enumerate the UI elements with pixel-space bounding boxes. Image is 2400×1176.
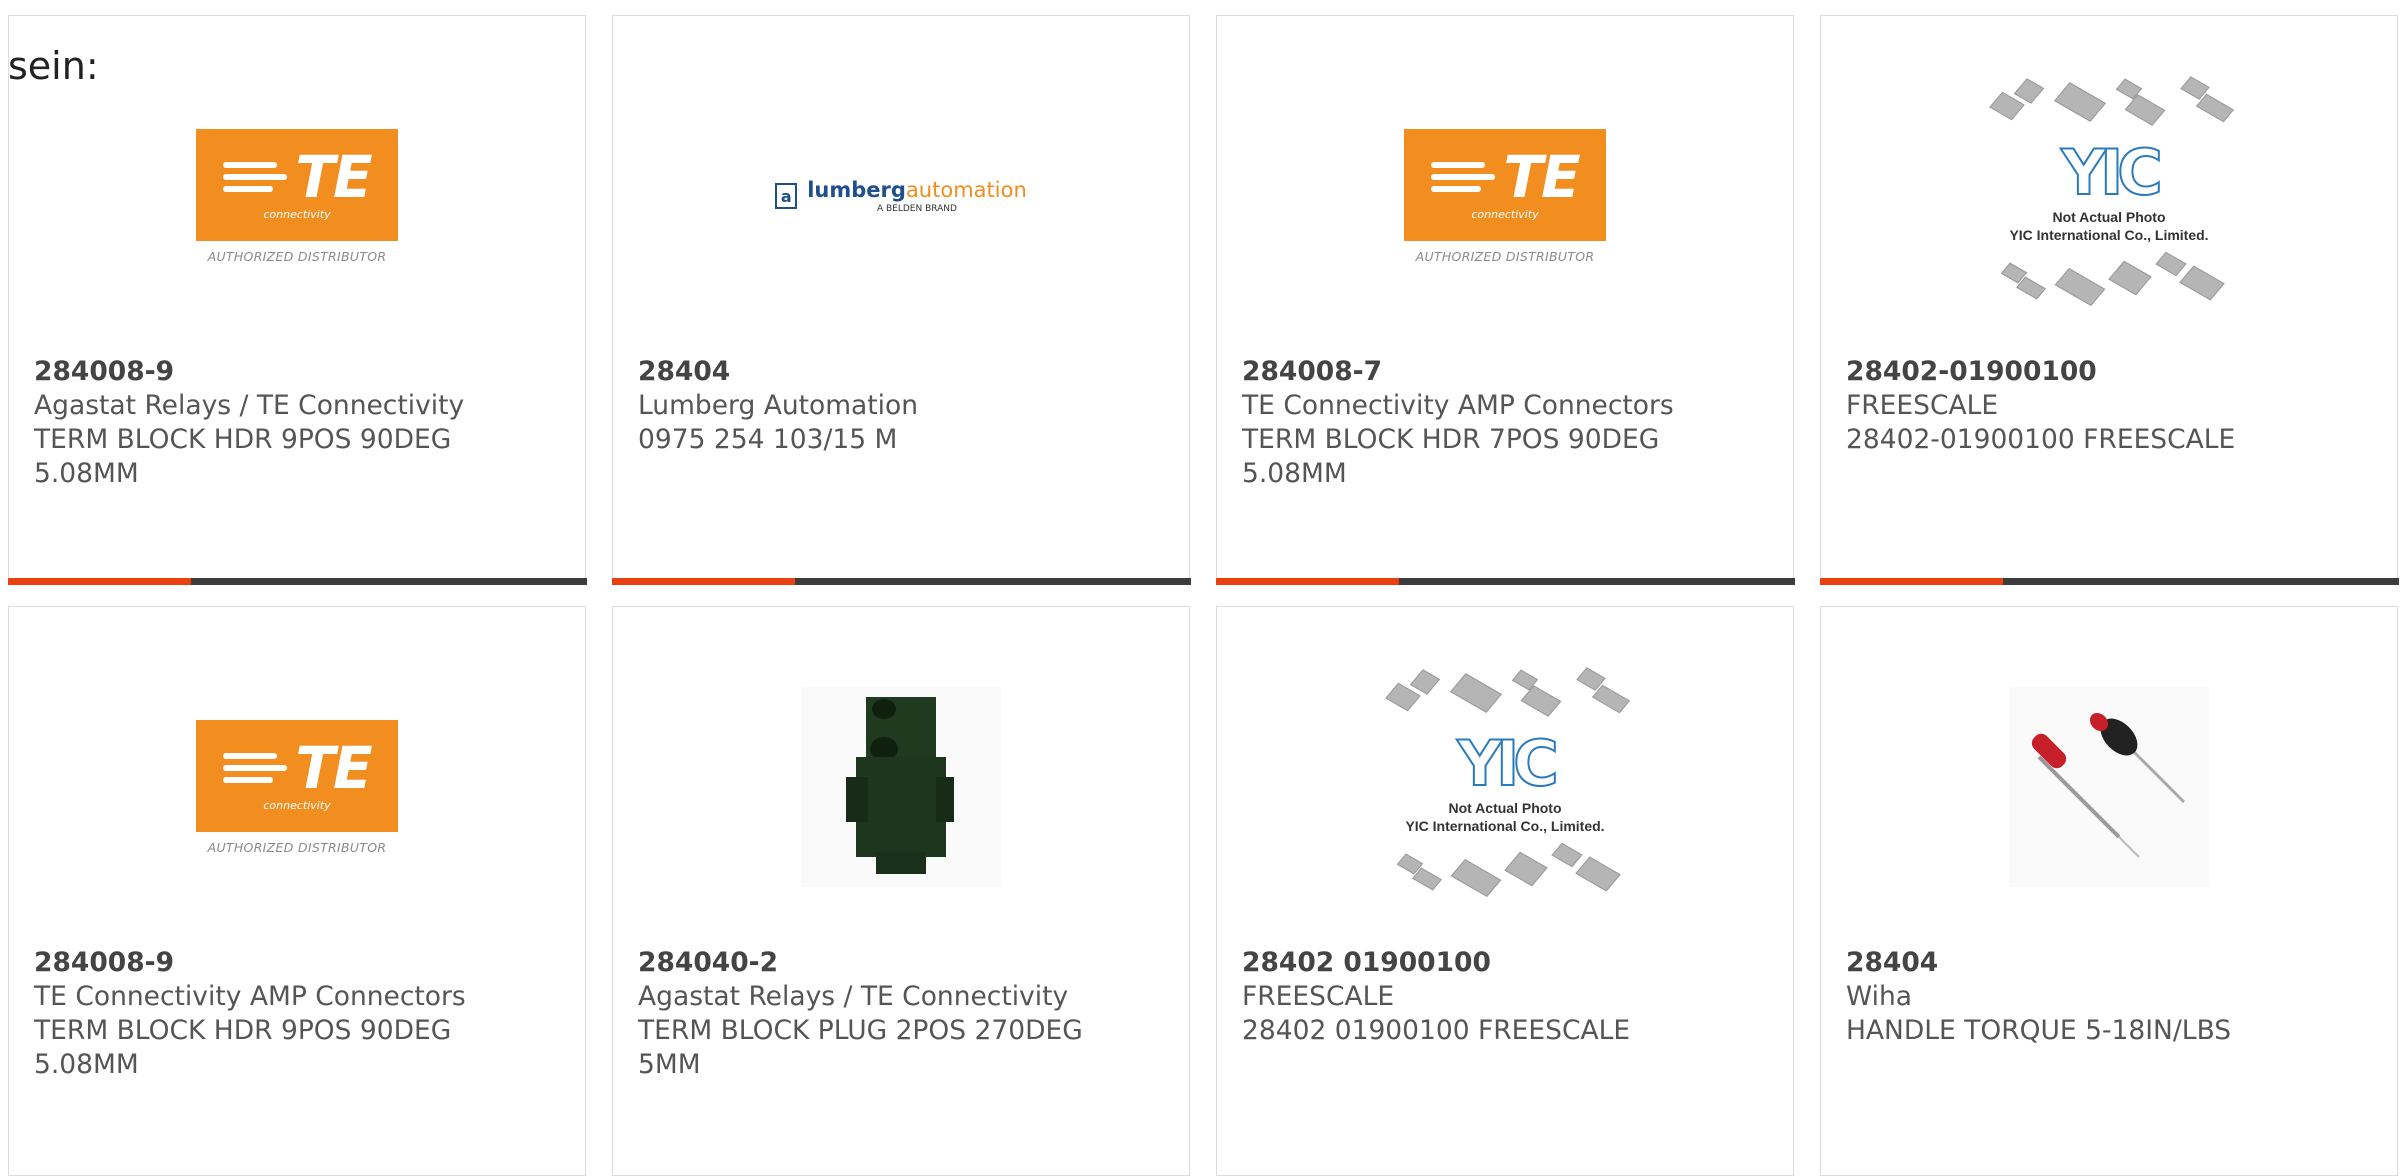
manufacturer: Wiha bbox=[1846, 981, 1913, 1012]
product-image[interactable]: YIC Not Actual Photo YIC International C… bbox=[1821, 76, 2397, 307]
intro-text: sein: bbox=[8, 44, 99, 88]
description-cont: 5MM bbox=[638, 1049, 701, 1080]
product-card[interactable]: 284040-2 Agastat Relays / TE Connectivit… bbox=[612, 606, 1190, 1176]
product-card[interactable]: TE connectivity AUTHORIZED DISTRIBUTOR 2… bbox=[7, 15, 587, 585]
part-number[interactable]: 28402 01900100 bbox=[1242, 946, 1768, 980]
product-image[interactable] bbox=[613, 687, 1189, 887]
description: HANDLE TORQUE 5-18IN/LBS bbox=[1846, 1015, 2232, 1046]
product-image[interactable] bbox=[1821, 687, 2397, 887]
description: 28402-01900100 FREESCALE bbox=[1846, 424, 2236, 455]
part-number[interactable]: 28402-01900100 bbox=[1846, 355, 2372, 389]
te-connectivity-logo: TE connectivity AUTHORIZED DISTRIBUTOR bbox=[195, 128, 399, 264]
part-number[interactable]: 284040-2 bbox=[638, 946, 1164, 980]
product-card[interactable]: TE connectivity AUTHORIZED DISTRIBUTOR 2… bbox=[1215, 15, 1795, 585]
manufacturer: Lumberg Automation bbox=[638, 390, 919, 421]
description: 0975 254 103/15 M bbox=[638, 424, 898, 455]
manufacturer: FREESCALE bbox=[1846, 390, 1999, 421]
description-cont: 5.08MM bbox=[1242, 458, 1347, 489]
description: TERM BLOCK HDR 9POS 90DEG bbox=[34, 424, 452, 455]
manufacturer: TE Connectivity AMP Connectors bbox=[34, 981, 466, 1012]
description-cont: 5.08MM bbox=[34, 1049, 139, 1080]
part-number[interactable]: 284008-7 bbox=[1242, 355, 1768, 389]
part-number[interactable]: 284008-9 bbox=[34, 946, 560, 980]
product-card[interactable]: a lumbergautomation A BELDEN BRAND 28404… bbox=[611, 15, 1191, 585]
product-card[interactable]: YIC Not Actual Photo YIC International C… bbox=[1216, 606, 1794, 1176]
description-cont: 5.08MM bbox=[34, 458, 139, 489]
description: TERM BLOCK HDR 9POS 90DEG bbox=[34, 1015, 452, 1046]
yic-placeholder-image: YIC Not Actual Photo YIC International C… bbox=[1974, 76, 2244, 316]
part-number[interactable]: 28404 bbox=[638, 355, 1164, 389]
description: TERM BLOCK HDR 7POS 90DEG bbox=[1242, 424, 1660, 455]
description: 28402 01900100 FREESCALE bbox=[1242, 1015, 1631, 1046]
lumberg-automation-logo: a lumbergautomation A BELDEN BRAND bbox=[775, 178, 1027, 214]
te-connectivity-logo: TE connectivity AUTHORIZED DISTRIBUTOR bbox=[195, 719, 399, 855]
product-image[interactable]: YIC Not Actual Photo YIC International C… bbox=[1217, 667, 1793, 898]
product-card[interactable]: YIC Not Actual Photo YIC International C… bbox=[1819, 15, 2399, 585]
part-number[interactable]: 284008-9 bbox=[34, 355, 560, 389]
card-bottom-bar bbox=[1215, 578, 1795, 585]
product-card[interactable]: TE connectivity AUTHORIZED DISTRIBUTOR 2… bbox=[8, 606, 586, 1176]
card-bottom-bar bbox=[1819, 578, 2399, 585]
te-connectivity-logo: TE connectivity AUTHORIZED DISTRIBUTOR bbox=[1403, 128, 1607, 264]
product-image[interactable]: TE connectivity AUTHORIZED DISTRIBUTOR bbox=[9, 96, 585, 296]
description: TERM BLOCK PLUG 2POS 270DEG bbox=[638, 1015, 1083, 1046]
manufacturer: Agastat Relays / TE Connectivity bbox=[34, 390, 465, 421]
yic-placeholder-image: YIC Not Actual Photo YIC International C… bbox=[1370, 667, 1640, 907]
product-card[interactable]: 28404 Wiha HANDLE TORQUE 5-18IN/LBS bbox=[1820, 606, 2398, 1176]
part-number[interactable]: 28404 bbox=[1846, 946, 2372, 980]
terminal-block-photo bbox=[801, 687, 1001, 887]
screwdriver-photo bbox=[2009, 687, 2209, 887]
manufacturer: Agastat Relays / TE Connectivity bbox=[638, 981, 1069, 1012]
manufacturer: TE Connectivity AMP Connectors bbox=[1242, 390, 1674, 421]
product-image[interactable]: a lumbergautomation A BELDEN BRAND bbox=[613, 96, 1189, 296]
product-image[interactable]: TE connectivity AUTHORIZED DISTRIBUTOR bbox=[1217, 96, 1793, 296]
manufacturer: FREESCALE bbox=[1242, 981, 1395, 1012]
card-bottom-bar bbox=[7, 578, 587, 585]
product-image[interactable]: TE connectivity AUTHORIZED DISTRIBUTOR bbox=[9, 687, 585, 887]
card-bottom-bar bbox=[611, 578, 1191, 585]
